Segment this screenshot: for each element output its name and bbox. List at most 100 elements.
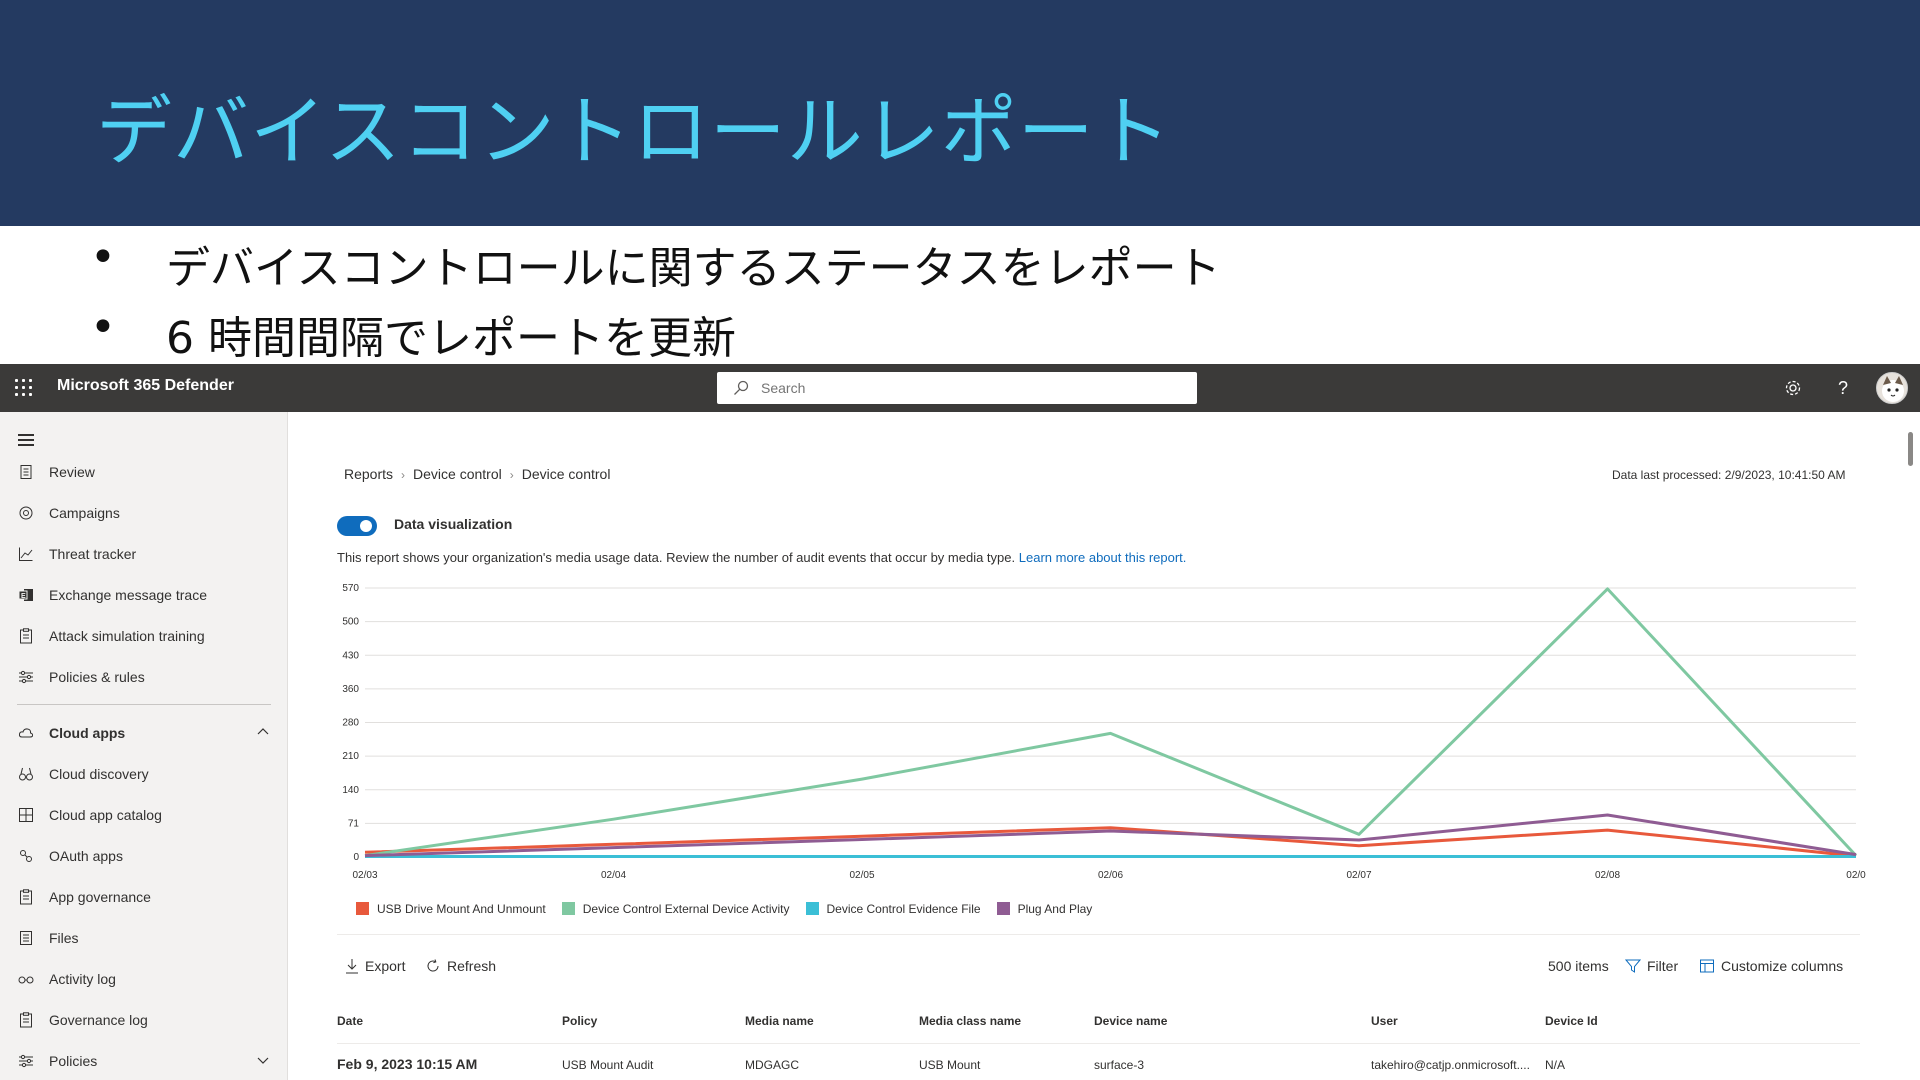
chevron-up-icon[interactable] xyxy=(256,725,270,739)
breadcrumb-reports[interactable]: Reports xyxy=(344,466,393,482)
sidebar-item-review[interactable]: Review xyxy=(0,452,288,493)
column-header-device-id[interactable]: Device Id xyxy=(1545,1014,1598,1028)
description-text: This report shows your organization's me… xyxy=(337,550,1016,565)
chart-line-icon xyxy=(19,547,33,561)
export-button[interactable]: Export xyxy=(345,958,405,974)
last-processed-text: Data last processed: 2/9/2023, 10:41:50 … xyxy=(1612,468,1846,482)
sidebar-item-label: App governance xyxy=(49,889,151,905)
people-icon xyxy=(20,850,32,862)
column-header-date[interactable]: Date xyxy=(337,1014,363,1028)
sidebar-item-cloud-discovery[interactable]: Cloud discovery xyxy=(0,754,288,795)
sidebar-item-policies[interactable]: Policies xyxy=(0,1041,288,1080)
y-tick-label: 210 xyxy=(342,751,359,762)
sidebar-item-label: Cloud apps xyxy=(49,725,126,741)
line-chart: 0 71 140 210 280 360 430 500 570 02/03 02/04 02/05… xyxy=(342,583,1866,881)
collapse-menu-icon[interactable] xyxy=(18,434,34,446)
legend-item[interactable]: Plug And Play xyxy=(996,902,1093,916)
avatar[interactable] xyxy=(1876,372,1908,404)
nav-divider xyxy=(17,704,271,705)
export-label: Export xyxy=(365,958,406,974)
sidebar-item-files[interactable]: Files xyxy=(0,918,288,959)
bullet-item: • デバイスコントロールに関するステータスをレポート xyxy=(90,232,1790,302)
refresh-icon xyxy=(427,959,439,972)
sidebar-item-label: OAuth apps xyxy=(49,848,123,864)
clipboard-icon xyxy=(20,889,32,905)
clipboard-icon xyxy=(20,628,32,644)
customize-columns-button[interactable]: Customize columns xyxy=(1699,958,1843,974)
legend-label: Plug And Play xyxy=(1017,902,1093,916)
sidebar-item-activity-log[interactable]: Activity log xyxy=(0,959,288,1000)
sidebar-item-attack-simulation-training[interactable]: Attack simulation training xyxy=(0,616,288,657)
legend-label: Device Control Evidence File xyxy=(826,902,981,916)
sidebar-item-campaigns[interactable]: Campaigns xyxy=(0,493,288,534)
sidebar-item-threat-tracker[interactable]: Threat tracker xyxy=(0,534,288,575)
legend-label: Device Control External Device Activity xyxy=(582,902,790,916)
sidebar-item-exchange-message-trace[interactable]: E Exchange message trace xyxy=(0,575,288,616)
binoculars-icon xyxy=(19,767,33,781)
sidebar-item-app-governance[interactable]: App governance xyxy=(0,877,288,918)
cloud-icon xyxy=(18,728,34,738)
report-description: This report shows your organization's me… xyxy=(337,550,1186,565)
sidebar-item-oauth-apps[interactable]: OAuth apps xyxy=(0,836,288,877)
column-header-device-name[interactable]: Device name xyxy=(1094,1014,1167,1028)
legend-swatch xyxy=(805,902,819,915)
help-icon[interactable]: ? xyxy=(1829,374,1857,402)
y-tick-label: 500 xyxy=(342,617,359,628)
x-tick-label: 02/08 xyxy=(1595,870,1620,881)
sidebar-section-cloud-apps[interactable]: Cloud apps xyxy=(0,713,288,754)
cell-device-name: surface-3 xyxy=(1094,1058,1145,1072)
cell-device-id: N/A xyxy=(1545,1058,1566,1072)
y-tick-label: 570 xyxy=(342,583,359,594)
sidebar-item-governance-log[interactable]: Governance log xyxy=(0,1000,288,1041)
y-tick-label: 71 xyxy=(348,818,360,829)
legend-item[interactable]: Device Control External Device Activity xyxy=(561,902,790,916)
toggle-label: Data visualization xyxy=(394,516,513,532)
sidebar-item-label: Cloud app catalog xyxy=(49,807,162,823)
app-name[interactable]: Microsoft 365 Defender xyxy=(57,377,234,395)
x-tick-label: 02/03 xyxy=(352,870,377,881)
bullet-text: デバイスコントロールに関するステータスをレポート xyxy=(166,243,1221,294)
filter-button[interactable]: Filter xyxy=(1624,958,1678,974)
scrollbar-thumb[interactable] xyxy=(1908,432,1913,466)
search-box[interactable] xyxy=(717,372,1197,404)
scrollbar[interactable] xyxy=(1907,420,1915,1080)
defender-app: Microsoft 365 Defender ? Review Campaign… xyxy=(0,364,1920,1080)
bullet-dot: • xyxy=(90,302,116,353)
table-row[interactable]: Feb 9, 2023 10:15 AM USB Mount Audit MDG… xyxy=(337,1054,1860,1080)
app-launcher-icon[interactable] xyxy=(14,378,34,398)
column-header-media-name[interactable]: Media name xyxy=(745,1014,814,1028)
bullet-item: • 6 時間間隔でレポートを更新 xyxy=(90,302,1790,372)
column-header-media-class-name[interactable]: Media class name xyxy=(919,1014,1021,1028)
column-header-user[interactable]: User xyxy=(1371,1014,1398,1028)
bullet-text: 6 時間間隔でレポートを更新 xyxy=(166,313,736,364)
sidebar-item-cloud-app-catalog[interactable]: Cloud app catalog xyxy=(0,795,288,836)
chart-legend: USB Drive Mount And Unmount Device Contro… xyxy=(356,902,1108,922)
learn-more-link[interactable]: Learn more about this report. xyxy=(1019,550,1187,565)
search-input[interactable] xyxy=(761,378,1181,398)
refresh-button[interactable]: Refresh xyxy=(425,958,496,974)
sidebar-item-label: Governance log xyxy=(49,1012,148,1028)
column-header-policy[interactable]: Policy xyxy=(562,1014,597,1028)
sidebar-item-label: Cloud discovery xyxy=(49,766,149,782)
chevron-right-icon: › xyxy=(509,468,514,482)
document-icon xyxy=(20,465,32,479)
y-tick-label: 360 xyxy=(342,684,359,695)
columns-icon xyxy=(1700,959,1714,973)
bullet-list: • デバイスコントロールに関するステータスをレポート • 6 時間間隔でレポート… xyxy=(90,232,1790,372)
slide-header: デバイスコントロールレポート xyxy=(0,0,1920,226)
y-tick-label: 280 xyxy=(342,718,359,729)
sidebar-item-policies-rules[interactable]: Policies & rules xyxy=(0,657,288,698)
file-icon xyxy=(20,931,32,945)
chevron-down-icon[interactable] xyxy=(256,1053,270,1067)
legend-item[interactable]: Device Control Evidence File xyxy=(805,902,981,916)
breadcrumb-device-control[interactable]: Device control xyxy=(413,466,502,482)
chevron-right-icon: › xyxy=(401,468,406,482)
sidebar-item-label: Files xyxy=(49,930,79,946)
legend-swatch xyxy=(356,902,369,915)
y-tick-label: 430 xyxy=(342,650,359,661)
legend-item[interactable]: USB Drive Mount And Unmount xyxy=(356,902,546,916)
divider xyxy=(337,934,1860,935)
table-header: Date Policy Media name Media class name … xyxy=(337,1008,1860,1044)
gear-icon[interactable] xyxy=(1779,374,1807,402)
data-visualization-toggle[interactable] xyxy=(337,516,377,536)
